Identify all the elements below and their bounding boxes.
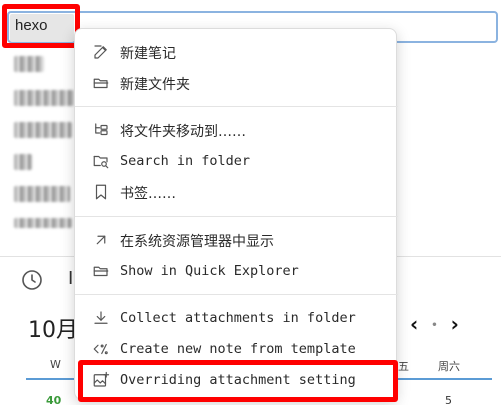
list-item[interactable] <box>14 154 32 170</box>
menu-item-create-from-template[interactable]: Create new note from template <box>75 335 398 363</box>
clock-icon[interactable] <box>20 268 44 292</box>
menu-item-move-folder[interactable]: 将文件夹移动到…… <box>75 116 398 144</box>
calendar-day[interactable]: 5 <box>445 394 452 405</box>
chevron-right-icon[interactable]: › <box>451 312 459 336</box>
folder-search-icon <box>91 151 111 171</box>
list-item[interactable] <box>14 122 72 138</box>
folder-open-icon <box>91 73 111 93</box>
menu-item-label: 在系统资源管理器中显示 <box>120 234 274 250</box>
menu-item-label: 书签…… <box>120 186 176 202</box>
menu-item-label: Create new note from template <box>120 341 356 357</box>
calendar-weekday-sat: 周六 <box>438 360 460 373</box>
menu-item-show-in-quick-explorer[interactable]: Show in Quick Explorer <box>75 257 398 285</box>
image-plus-icon <box>91 370 111 390</box>
menu-item-label: 新建笔记 <box>120 46 176 62</box>
today-dot-icon[interactable]: • <box>431 320 437 331</box>
menu-item-collect-attachments[interactable]: Collect attachments in folder <box>75 304 398 332</box>
edit-icon <box>91 42 111 62</box>
list-item[interactable] <box>14 90 74 106</box>
list-item[interactable] <box>14 186 70 202</box>
menu-item-search-in-folder[interactable]: Search in folder <box>75 147 398 175</box>
download-icon <box>91 308 111 328</box>
menu-item-show-in-system-explorer[interactable]: 在系统资源管理器中显示 <box>75 226 398 254</box>
menu-item-new-folder[interactable]: 新建文件夹 <box>75 69 398 97</box>
calendar-weekday-fri: 五 <box>398 360 409 373</box>
folder-tree-icon <box>91 120 111 140</box>
menu-item-label: Show in Quick Explorer <box>120 263 299 279</box>
menu-separator <box>75 294 398 295</box>
calendar-week-header: W <box>50 358 61 371</box>
list-item[interactable] <box>14 56 44 72</box>
bookmark-icon <box>91 182 111 202</box>
menu-item-label: 新建文件夹 <box>120 77 190 93</box>
panel-tab-label: I <box>68 268 74 289</box>
folder-open-icon <box>91 261 111 281</box>
calendar-month-title: 10月 <box>28 318 78 343</box>
template-icon <box>91 339 111 359</box>
menu-item-label: Collect attachments in folder <box>120 310 356 326</box>
menu-separator <box>75 106 398 107</box>
calendar-nav: ‹ • › <box>410 312 459 336</box>
menu-separator <box>75 216 398 217</box>
folder-rename-value: hexo <box>15 17 48 34</box>
menu-item-label: 将文件夹移动到…… <box>120 124 246 140</box>
menu-item-label: Overriding attachment setting <box>120 372 356 388</box>
menu-item-bookmark[interactable]: 书签…… <box>75 178 398 206</box>
arrow-up-right-icon <box>91 230 111 250</box>
calendar-week-number: 40 <box>46 394 62 405</box>
chevron-left-icon[interactable]: ‹ <box>410 312 418 336</box>
folder-context-menu: 新建笔记 新建文件夹 将文件夹移动到…… Search in folder 书签… <box>74 28 398 400</box>
list-item[interactable] <box>14 218 72 228</box>
menu-item-overriding-attachment-setting[interactable]: Overriding attachment setting <box>75 366 398 394</box>
menu-item-new-note[interactable]: 新建笔记 <box>75 38 398 66</box>
menu-item-label: Search in folder <box>120 153 251 169</box>
